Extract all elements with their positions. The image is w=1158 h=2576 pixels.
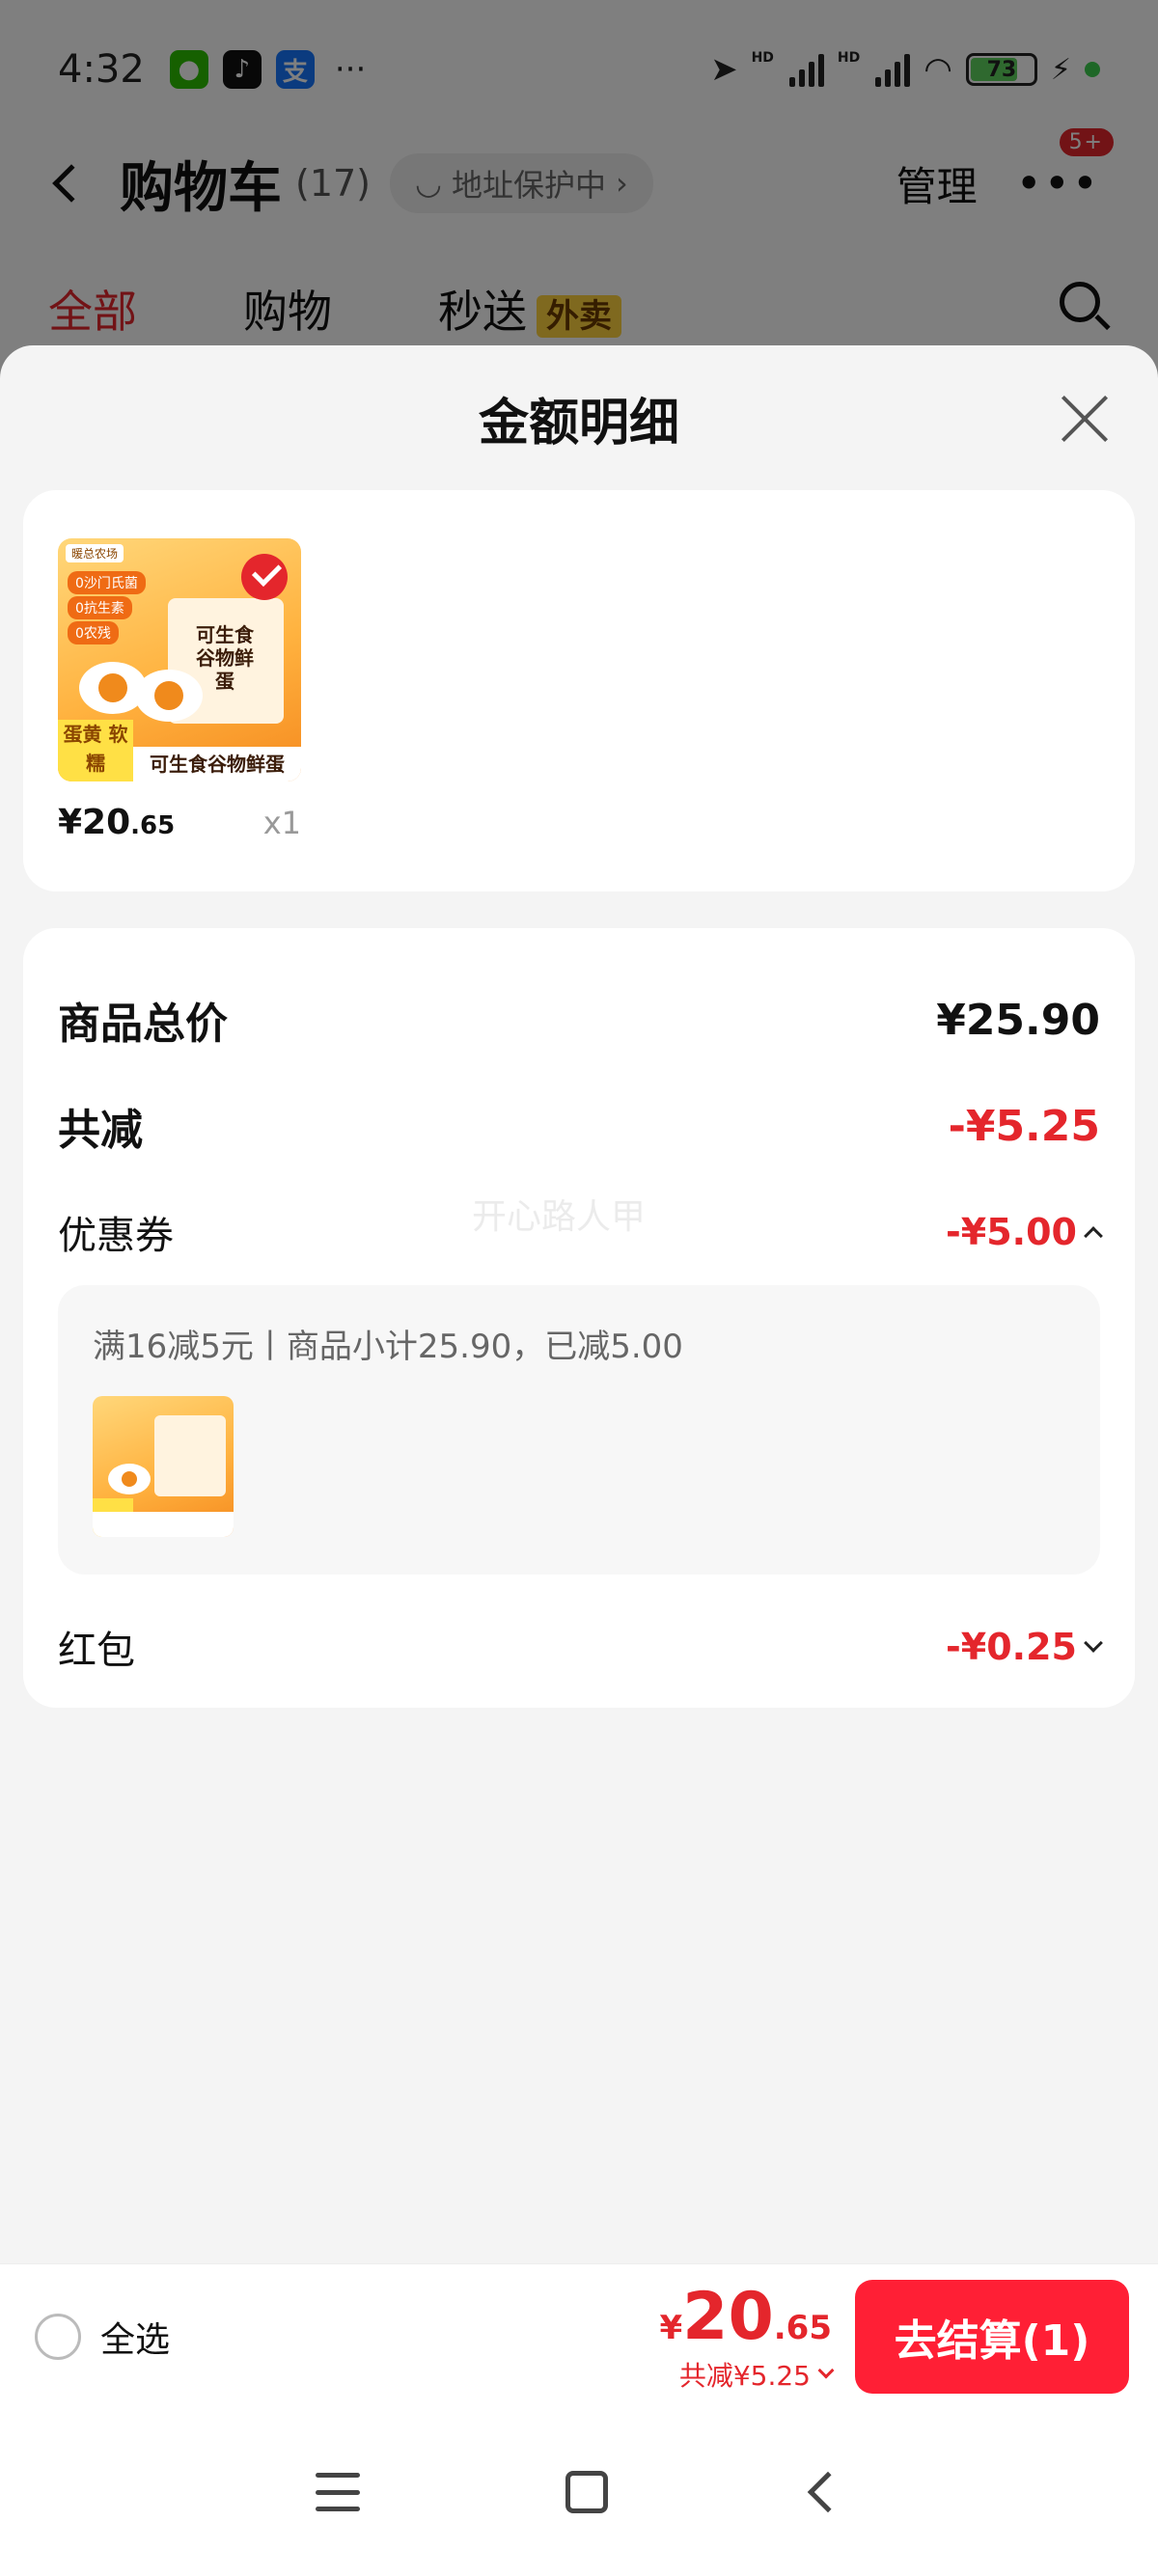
coupon-detail-box: 满16减5元丨商品小计25.90，已减5.00	[58, 1285, 1100, 1575]
product-image-box-text: 可生食 谷物鲜蛋	[196, 623, 254, 693]
sheet-title: 金额明细	[478, 394, 679, 452]
product-card: 暖总农场 0沙门氏菌 0抗生素 0农残 可生食 谷物鲜蛋 蛋黄 软糯 可生食谷物…	[23, 490, 1135, 891]
back-nav-icon[interactable]	[808, 2471, 849, 2513]
select-all-radio[interactable]	[35, 2313, 81, 2360]
yolk-graphic	[98, 673, 127, 702]
coupon-value: -¥5.00	[946, 1211, 1103, 1253]
checkout-bar: 全选 ¥20.65 共减¥5.25 去结算(1)	[0, 2263, 1158, 2408]
system-nav-bar	[0, 2408, 1158, 2576]
coupon-label: 优惠券	[58, 1214, 174, 1258]
total-price-row: 商品总价 ¥25.90	[58, 967, 1100, 1073]
total-discount-row: 共减 -¥5.25	[58, 1073, 1100, 1179]
recent-apps-icon[interactable]	[315, 2473, 360, 2511]
coupon-detail-text: 满16减5元丨商品小计25.90，已减5.00	[93, 1328, 683, 1366]
product-quantity: x1	[262, 805, 301, 841]
sheet-header: 金额明细	[0, 345, 1158, 490]
selected-check-icon[interactable]	[241, 554, 288, 600]
coupon-product-thumbnail	[93, 1396, 234, 1537]
total-price-value: ¥25.90	[936, 995, 1100, 1045]
select-all-label[interactable]: 全选	[100, 2312, 170, 2362]
red-packet-value: -¥0.25	[946, 1626, 1103, 1668]
checkout-total-amount: ¥20.65	[659, 2279, 832, 2355]
yolk-graphic	[154, 681, 183, 710]
watermark: 开心路人甲	[472, 1197, 647, 1237]
dim-overlay[interactable]	[0, 0, 1158, 386]
total-discount-value: -¥5.25	[948, 1101, 1100, 1151]
checkout-button[interactable]: 去结算(1)	[855, 2279, 1129, 2394]
total-price-label: 商品总价	[58, 1000, 228, 1049]
total-discount-label: 共减	[58, 1106, 143, 1155]
product-image-tag: 0农残	[68, 621, 119, 644]
product-image-bottom-label: 可生食谷物鲜蛋	[133, 747, 301, 781]
amount-summary-card: 商品总价 ¥25.90 共减 -¥5.25 优惠券 -¥5.00 满16减5元丨…	[23, 928, 1135, 1708]
checkout-discount-toggle[interactable]: 共减¥5.25	[659, 2355, 835, 2394]
home-icon[interactable]	[565, 2471, 608, 2513]
product-image[interactable]: 暖总农场 0沙门氏菌 0抗生素 0农残 可生食 谷物鲜蛋 蛋黄 软糯 可生食谷物…	[58, 538, 301, 781]
close-icon[interactable]	[1060, 394, 1110, 444]
chevron-down-icon	[1084, 1633, 1103, 1653]
product-image-tag: 0抗生素	[68, 596, 132, 619]
product-image-brand: 暖总农场	[66, 544, 124, 562]
product-price: ¥20.65	[58, 803, 176, 842]
chevron-up-icon	[1084, 1226, 1103, 1246]
amount-detail-sheet: 金额明细 暖总农场 0沙门氏菌 0抗生素 0农残 可生食 谷物鲜蛋 蛋黄 软糯 …	[0, 345, 1158, 2263]
product-price-row: ¥20.65 x1	[58, 803, 301, 842]
red-packet-row[interactable]: 红包 -¥0.25	[58, 1594, 1103, 1700]
checkout-total: ¥20.65 共减¥5.25	[659, 2279, 835, 2394]
chevron-down-icon	[817, 2362, 835, 2379]
product-image-side-label: 蛋黄 软糯	[58, 720, 133, 781]
product-image-tag: 0沙门氏菌	[68, 571, 146, 594]
red-packet-label: 红包	[58, 1629, 135, 1673]
